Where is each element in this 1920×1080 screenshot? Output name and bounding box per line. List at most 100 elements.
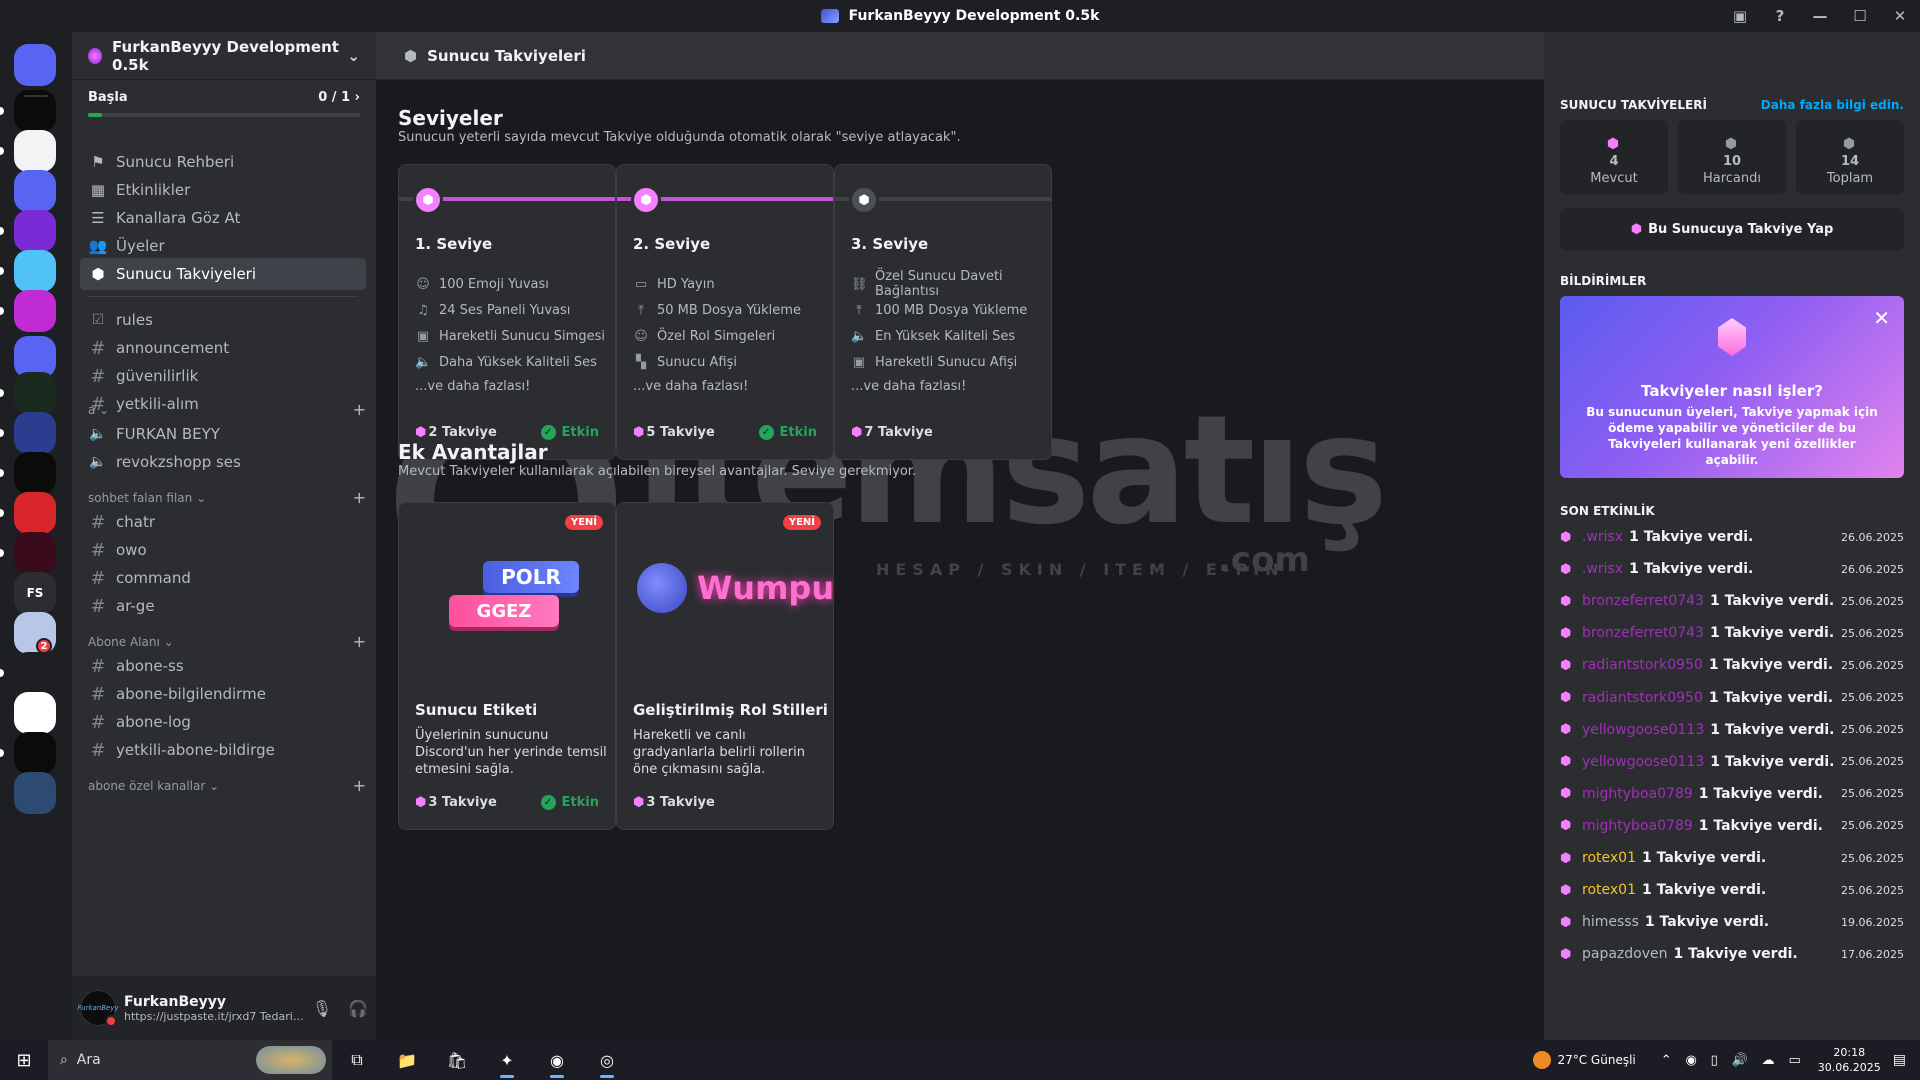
onboarding-progress[interactable]: Başla 0 / 1 › bbox=[72, 80, 376, 117]
chevron-down-icon: ⌄ bbox=[205, 778, 220, 793]
server-icon[interactable] bbox=[14, 532, 56, 574]
activity-user[interactable]: mightyboa0789 bbox=[1582, 818, 1693, 834]
maximize-icon[interactable]: ☐ bbox=[1840, 0, 1880, 32]
perk-card-role-styles[interactable]: YENİ Wumpus Geliştirilmiş Rol Stilleri H… bbox=[616, 502, 834, 830]
check-icon: ✓ bbox=[540, 425, 556, 440]
server-icon[interactable] bbox=[14, 772, 56, 814]
unread-indicator bbox=[0, 429, 4, 437]
activity-user[interactable]: .wrisx bbox=[1582, 561, 1623, 577]
stat-total: ⬢ 14 Toplam bbox=[1796, 120, 1904, 194]
weather-widget[interactable]: 27°C Güneşli bbox=[1533, 1051, 1636, 1069]
file-explorer-icon[interactable]: 📁 bbox=[382, 1040, 432, 1080]
activity-user[interactable]: bronzeferret0743 bbox=[1582, 625, 1704, 641]
chevron-up-icon[interactable]: ⌃ bbox=[1661, 1053, 1672, 1068]
help-icon[interactable]: ? bbox=[1760, 0, 1800, 32]
server-icon[interactable] bbox=[14, 130, 56, 172]
boost-server-button[interactable]: ⬢ Bu Sunucuya Takviye Yap bbox=[1560, 208, 1904, 250]
tier-card-3: ⬢ 3. Seviye ⛓ Özel Sunucu Daveti Bağlantı… bbox=[834, 164, 1052, 460]
server-icon[interactable] bbox=[14, 290, 56, 332]
activity-user[interactable]: rotex01 bbox=[1582, 882, 1636, 898]
activity-user[interactable]: mightyboa0789 bbox=[1582, 786, 1693, 802]
divider bbox=[24, 95, 48, 97]
record-icon[interactable]: ◉ bbox=[1685, 1053, 1696, 1068]
notification-center-icon[interactable]: ▤ bbox=[1893, 1052, 1906, 1068]
activity-user[interactable]: radiantstork0950 bbox=[1582, 657, 1703, 673]
perk-card-server-tag[interactable]: YENİ POLR GGEZ Sunucu Etiketi Üyelerinin… bbox=[398, 502, 616, 830]
discord-home-icon[interactable] bbox=[14, 44, 56, 86]
server-icon[interactable] bbox=[14, 692, 56, 734]
tier-perk: ☺ Özel Rol Simgeleri bbox=[634, 328, 776, 344]
network-icon[interactable]: ▭ bbox=[1788, 1053, 1800, 1068]
boost-gem-icon: ⬢ bbox=[1630, 221, 1643, 237]
tier-perk: 🔈 En Yüksek Kaliteli Ses bbox=[851, 328, 1016, 344]
windows-taskbar: ⊞ ⌕ Ara ⧉ 📁 🛍 ✦ ◉ ◎ 27°C Güneşli ⌃ ◉ ▯ 🔊… bbox=[0, 1040, 1920, 1080]
add-channel-icon[interactable]: + bbox=[353, 776, 366, 795]
cloud-icon[interactable]: ☁ bbox=[1762, 1053, 1775, 1068]
activity-user[interactable]: himesss bbox=[1582, 914, 1639, 930]
close-icon[interactable]: ✕ bbox=[1873, 306, 1890, 330]
activity-user[interactable]: radiantstork0950 bbox=[1582, 690, 1703, 706]
task-view-icon[interactable]: ⧉ bbox=[332, 1040, 382, 1080]
server-icon[interactable] bbox=[14, 732, 56, 774]
learn-more-link[interactable]: Daha fazla bilgi edin. bbox=[1761, 98, 1904, 112]
avatar[interactable]: FurkanBeyy bbox=[77, 990, 119, 1027]
server-icon[interactable] bbox=[14, 452, 56, 494]
server-icon[interactable] bbox=[14, 372, 56, 414]
server-icon[interactable] bbox=[14, 250, 56, 292]
category-a[interactable]: a ⌄ + bbox=[88, 400, 366, 419]
hash-icon: # bbox=[90, 365, 106, 387]
battery-icon[interactable]: ▯ bbox=[1711, 1053, 1718, 1068]
server-icon[interactable] bbox=[14, 210, 56, 252]
add-channel-icon[interactable]: + bbox=[353, 632, 366, 651]
server-header[interactable]: FurkanBeyyy Development 0.5k ⌄ bbox=[72, 32, 376, 80]
server-icon[interactable]: FS bbox=[14, 572, 56, 614]
channel-name: rules bbox=[116, 311, 153, 329]
volume-icon[interactable]: 🔊 bbox=[1732, 1053, 1748, 1068]
avatar-text: FurkanBeyy bbox=[77, 1004, 119, 1012]
chrome-icon[interactable]: ◉ bbox=[532, 1040, 582, 1080]
add-channel-icon[interactable]: + bbox=[353, 488, 366, 507]
server-icon[interactable] bbox=[14, 652, 56, 694]
boost-gem-icon: ⬢ bbox=[1724, 136, 1738, 152]
server-icon[interactable] bbox=[14, 492, 56, 534]
server-icon[interactable] bbox=[14, 170, 56, 212]
channel-name: güvenilirlik bbox=[116, 367, 199, 385]
category-abone-ozel[interactable]: abone özel kanallar ⌄ + bbox=[88, 776, 366, 795]
discord-icon[interactable]: ◎ bbox=[582, 1040, 632, 1080]
close-icon[interactable]: ✕ bbox=[1880, 0, 1920, 32]
taskbar-search[interactable]: ⌕ Ara bbox=[48, 1040, 332, 1080]
category-abone[interactable]: Abone Alanı ⌄ + bbox=[88, 632, 366, 651]
headphones-icon[interactable]: 🎧 bbox=[340, 992, 376, 1024]
channel-name: chatr bbox=[116, 513, 155, 531]
server-icon[interactable] bbox=[14, 412, 56, 454]
add-channel-icon[interactable]: + bbox=[353, 400, 366, 419]
activity-user[interactable]: papazdoven bbox=[1582, 946, 1668, 962]
activity-user[interactable]: yellowgoose0113 bbox=[1582, 722, 1704, 738]
minimize-icon[interactable]: — bbox=[1800, 0, 1840, 32]
channel-yetkili-abone-bildirge[interactable]: # yetkili-abone-bildirge bbox=[80, 734, 366, 766]
clock[interactable]: 20:18 30.06.2025 bbox=[1818, 1045, 1881, 1075]
activity-user[interactable]: bronzeferret0743 bbox=[1582, 593, 1704, 609]
custom-status: https://justpaste.it/jrxd7 Tedarik ... bbox=[124, 1009, 304, 1023]
activity-row: ⬢ radiantstork0950 1 Takviye verdi. 25.06.2… bbox=[1560, 687, 1904, 709]
microphone-icon[interactable]: 🎙 bbox=[304, 992, 340, 1024]
category-name: a bbox=[88, 402, 96, 417]
activity-user[interactable]: rotex01 bbox=[1582, 850, 1636, 866]
channel-ar-ge[interactable]: # ar-ge bbox=[80, 590, 366, 622]
windows-start-icon[interactable]: ⊞ bbox=[0, 1040, 48, 1080]
tier-title: 1. Seviye bbox=[415, 235, 493, 253]
perk-cost: ⬢ 3 Takviye bbox=[633, 795, 715, 810]
category-sohbet[interactable]: sohbet falan filan ⌄ + bbox=[88, 488, 366, 507]
store-icon[interactable]: 🛍 bbox=[432, 1040, 482, 1080]
activity-user[interactable]: .wrisx bbox=[1582, 529, 1623, 545]
boost-gem-icon: ⬢ bbox=[1560, 722, 1572, 738]
user-info[interactable]: FurkanBeyyy https://justpaste.it/jrxd7 T… bbox=[124, 994, 304, 1023]
nav-server-boosts[interactable]: ⬢ Sunucu Takviyeleri bbox=[80, 258, 366, 290]
sun-icon bbox=[1533, 1051, 1552, 1069]
activity-user[interactable]: yellowgoose0113 bbox=[1582, 754, 1704, 770]
boost-gem-icon: ⬢ bbox=[1560, 690, 1572, 705]
upload-icon: ⤒ bbox=[856, 302, 862, 318]
voice-channel-revokzshopp[interactable]: 🔈 revokzshopp ses bbox=[80, 446, 366, 478]
app-icon[interactable]: ✦ bbox=[482, 1040, 532, 1080]
inbox-icon[interactable]: ▣ bbox=[1720, 0, 1760, 32]
